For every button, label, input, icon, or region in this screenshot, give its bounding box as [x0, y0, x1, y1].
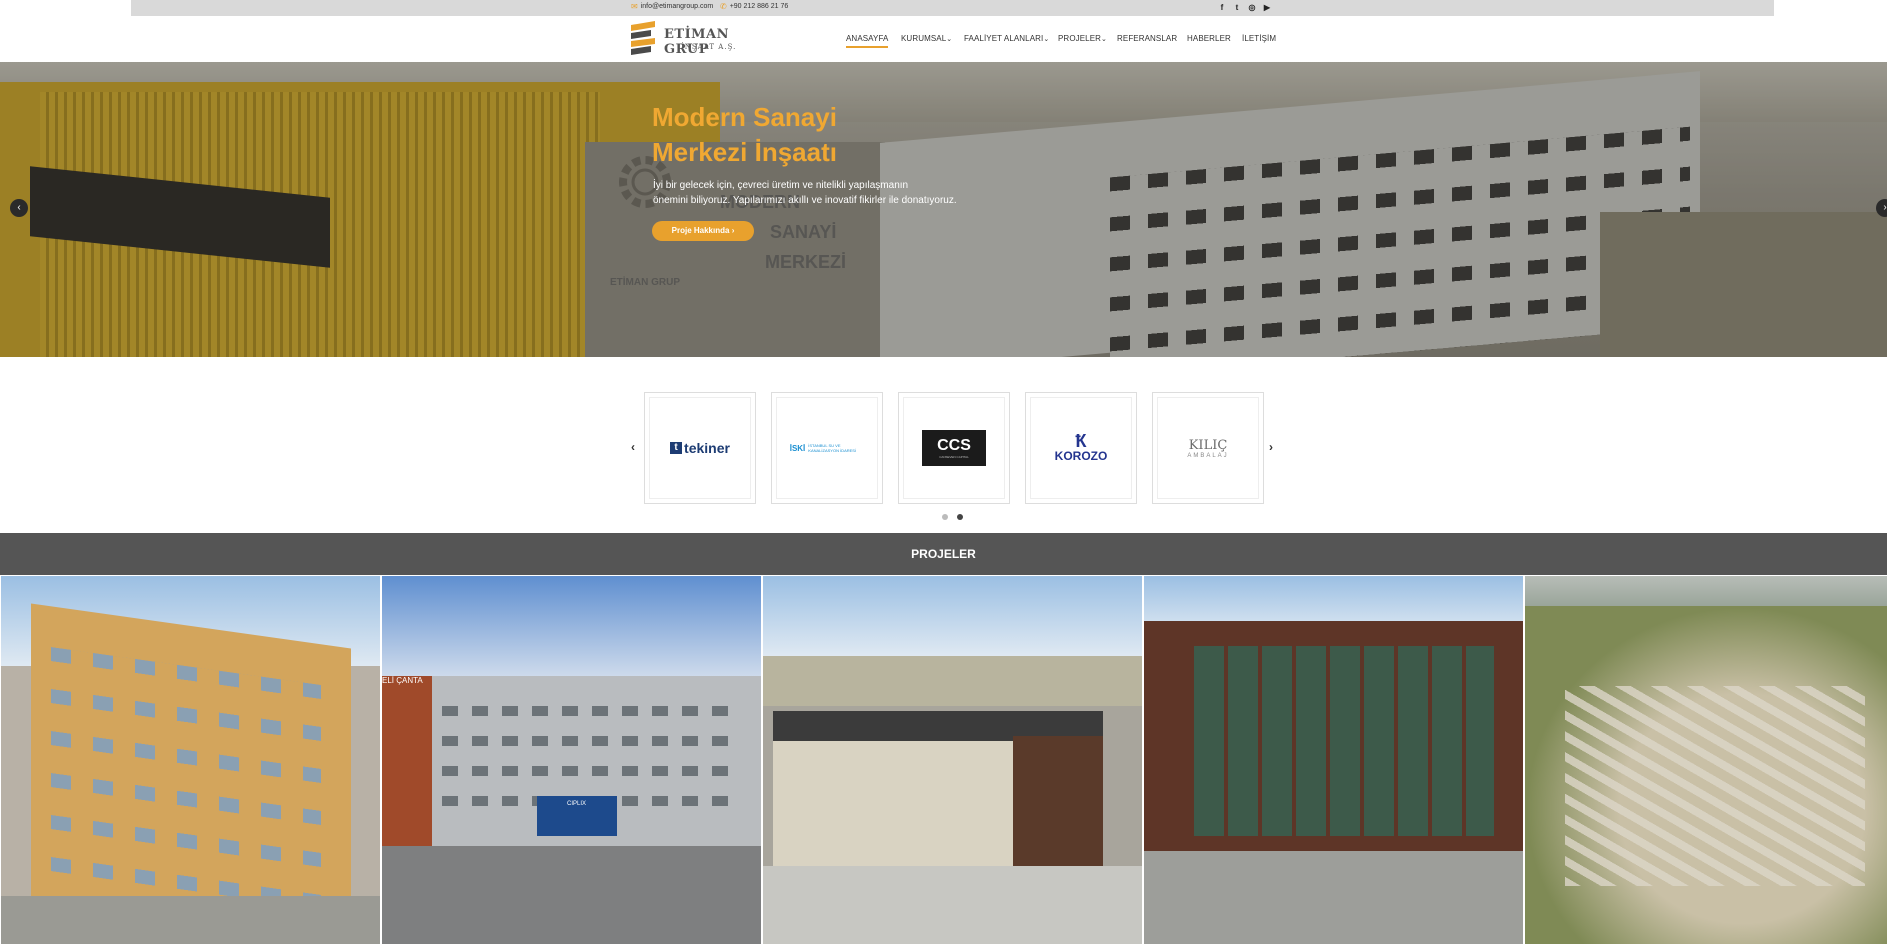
tile-truck-label: CIPLIX: [567, 801, 587, 807]
tile-yard: [382, 846, 761, 944]
nav-label: İLETİŞİM: [1242, 34, 1277, 43]
hero-title: Modern Sanayi Merkezi İnşaatı: [652, 100, 837, 170]
client-logo-kilic[interactable]: KILIÇ AMBALAJ: [1152, 392, 1264, 504]
project-tile-4[interactable]: [1144, 576, 1523, 944]
chevron-down-icon: ⌄: [946, 36, 953, 43]
logo-subtitle: İNŞAAT A.Ş.: [681, 43, 737, 51]
logo-name: ETİMAN GRUP: [664, 27, 730, 57]
email-text: info@etimangroup.com: [640, 3, 714, 10]
chevron-right-icon: ›: [731, 226, 735, 235]
nav-projeler[interactable]: PROJELER⌄: [1058, 34, 1107, 43]
nav-label: FAALİYET ALANLARI: [964, 34, 1044, 43]
nav-faaliyet-alanlari[interactable]: FAALİYET ALANLARI⌄: [964, 34, 1049, 43]
hero-title-line: Merkezi İnşaatı: [652, 137, 837, 167]
client-subtitle: CANSEVEN CAPITAL: [939, 455, 969, 459]
tile-truck: CIPLIX: [537, 796, 617, 836]
client-logo-tekiner[interactable]: t tekiner: [644, 392, 756, 504]
client-logo-korozo[interactable]: Ҟ KOROZO: [1025, 392, 1137, 504]
hero-slider: MODERN SANAYİ MERKEZİ ETİMAN GRUP Modern…: [0, 62, 1887, 357]
client-logo-ccs[interactable]: CCS CANSEVEN CAPITAL: [898, 392, 1010, 504]
project-tile-1[interactable]: [1, 576, 380, 944]
tekiner-mark-icon: t: [670, 442, 683, 454]
phone-icon: ✆: [720, 2, 727, 11]
site-logo[interactable]: ETİMAN GRUP İNŞAAT A.Ş.: [629, 21, 751, 57]
nav-kurumsal[interactable]: KURUMSAL⌄: [901, 34, 952, 43]
client-logo-iski[interactable]: İSKİ İSTANBUL SU VE KANALİZASYON İDARESİ: [771, 392, 883, 504]
projects-title: PROJELER: [911, 547, 976, 561]
carousel-prev-icon[interactable]: ‹: [631, 440, 635, 454]
projects-header: PROJELER: [0, 533, 1887, 575]
client-name: CCS: [937, 437, 971, 454]
client-name: KOROZO: [1054, 449, 1108, 463]
korozo-mark-icon: Ҟ: [1075, 431, 1087, 451]
project-details-button[interactable]: Proje Hakkında ›: [652, 221, 754, 241]
hero-title-line: Modern Sanayi: [652, 102, 837, 132]
client-subtitle: AMBALAJ: [1187, 452, 1229, 459]
tile-sky: [763, 576, 1142, 656]
hero-desc-line: İyi bir gelecek için, çevreci üretim ve …: [653, 180, 909, 191]
tile-sky: [1525, 576, 1887, 606]
hero-watermark-brand: ETİMAN GRUP: [610, 277, 680, 288]
nav-anasayfa[interactable]: ANASAYFA: [846, 34, 889, 48]
project-tile-3[interactable]: [763, 576, 1142, 944]
clients-carousel: ‹ › t tekiner İSKİ İSTANBUL SU VE KANALİ…: [0, 357, 1887, 533]
twitter-icon[interactable]: t: [1232, 3, 1242, 13]
carousel-dot-2[interactable]: [957, 514, 963, 520]
nav-label: REFERANSLAR: [1117, 34, 1178, 43]
youtube-icon[interactable]: ▶: [1262, 3, 1272, 13]
nav-referanslar[interactable]: REFERANSLAR: [1117, 34, 1177, 43]
top-bar: ✉ info@etimangroup.com ✆ +90 212 886 21 …: [131, 0, 1774, 16]
tile-parking: [1144, 851, 1523, 944]
chevron-down-icon: ⌄: [1101, 36, 1108, 43]
site-header: ETİMAN GRUP İNŞAAT A.Ş. ANASAYFA KURUMSA…: [0, 16, 1887, 62]
tile-houses: [1565, 686, 1865, 886]
client-name: İSKİ: [789, 443, 806, 453]
envelope-icon: ✉: [631, 2, 638, 11]
client-name: KILIÇ: [1188, 437, 1228, 453]
tile-sign: ELİ ÇANTA: [382, 676, 423, 685]
tile-facade: [1013, 736, 1103, 866]
slider-prev-icon[interactable]: ‹: [10, 199, 28, 217]
nav-label: KURUMSAL: [901, 34, 947, 43]
instagram-icon[interactable]: ◎: [1247, 3, 1257, 13]
phone-text: +90 212 886 21 76: [729, 3, 789, 10]
button-label: Proje Hakkında: [671, 226, 730, 235]
facebook-icon[interactable]: f: [1217, 3, 1227, 13]
nav-haberler[interactable]: HABERLER: [1187, 34, 1231, 43]
project-tile-5[interactable]: [1525, 576, 1887, 944]
nav-iletisim[interactable]: İLETİŞİM: [1242, 34, 1276, 43]
slider-next-icon[interactable]: ›: [1876, 199, 1887, 217]
tile-street: [1, 896, 380, 944]
phone-contact[interactable]: ✆ +90 212 886 21 76: [720, 2, 788, 11]
hero-overlay: [0, 62, 1887, 357]
tile-glass: [1194, 646, 1494, 836]
tile-landscape: [763, 656, 1142, 706]
tile-windows: [51, 647, 321, 925]
hero-desc-line: önemini biliyoruz. Yapılarımızı akıllı v…: [653, 195, 957, 206]
carousel-dot-1[interactable]: [942, 514, 948, 520]
tile-windows: [442, 706, 742, 806]
hero-watermark: SANAYİ: [770, 222, 837, 242]
tile-street: [763, 866, 1142, 944]
logo-mark-icon: [631, 21, 655, 55]
chevron-down-icon: ⌄: [1043, 36, 1050, 43]
hero-description: İyi bir gelecek için, çevreci üretim ve …: [653, 178, 993, 208]
nav-label: PROJELER: [1058, 34, 1102, 43]
client-name: tekiner: [684, 440, 730, 456]
ccs-badge: CCS CANSEVEN CAPITAL: [922, 430, 986, 466]
nav-label: ANASAYFA: [846, 34, 889, 43]
project-tile-2[interactable]: ELİ ÇANTA CIPLIX: [382, 576, 761, 944]
carousel-next-icon[interactable]: ›: [1269, 440, 1273, 454]
nav-label: HABERLER: [1187, 34, 1231, 43]
email-contact[interactable]: ✉ info@etimangroup.com: [631, 2, 713, 11]
client-subtitle: İSTANBUL SU VE KANALİZASYON İDARESİ: [808, 443, 857, 453]
tile-red-panel: [382, 676, 432, 846]
hero-watermark: MERKEZİ: [765, 252, 846, 272]
